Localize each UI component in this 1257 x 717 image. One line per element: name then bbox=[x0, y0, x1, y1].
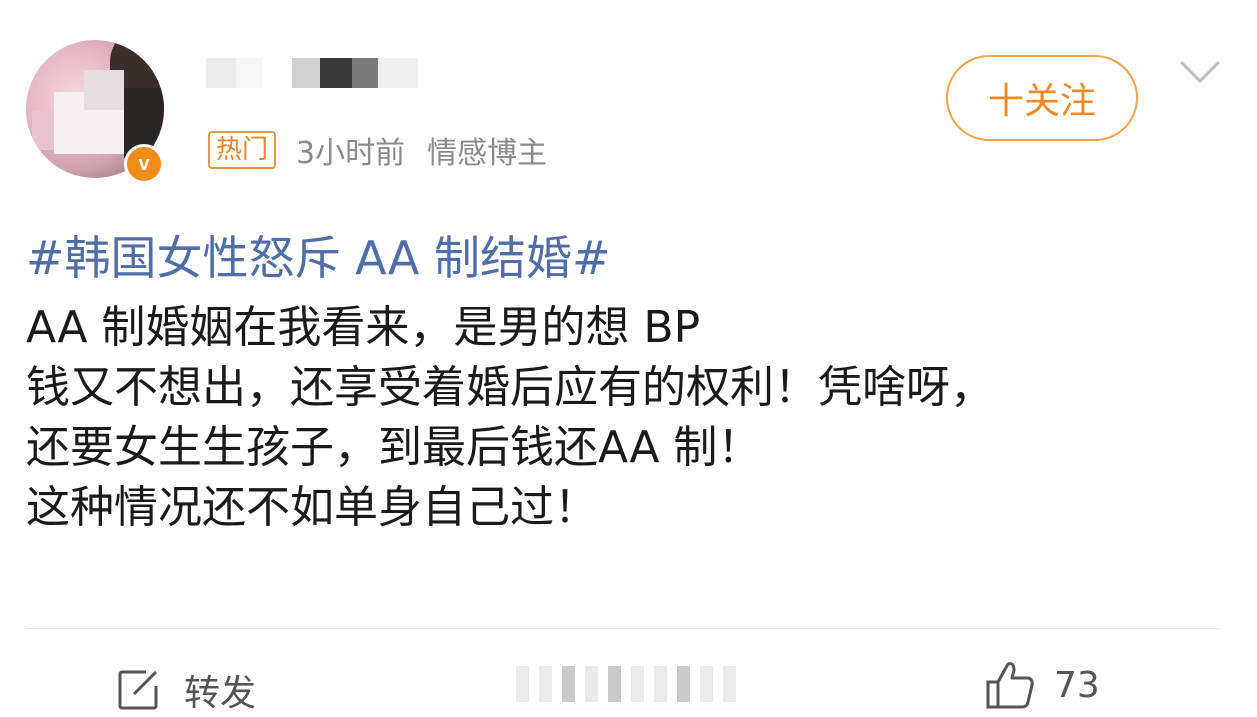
repost-button[interactable]: 转发 bbox=[116, 664, 256, 716]
username-redacted[interactable] bbox=[206, 58, 418, 88]
like-button[interactable]: 73 bbox=[984, 660, 1100, 710]
verified-badge-icon: v bbox=[124, 144, 164, 184]
post-body-line: 这种情况还不如单身自己过！ bbox=[26, 482, 598, 533]
follow-button[interactable]: 十关注 bbox=[946, 55, 1138, 141]
share-edit-icon bbox=[118, 670, 158, 710]
post-meta: 热门 3小时前 情感博主 bbox=[208, 128, 547, 172]
like-count: 73 bbox=[1054, 664, 1100, 706]
author-role: 情感博主 bbox=[427, 136, 548, 171]
post-body: AA 制婚姻在我看来，是男的想 BP 钱又不想出，还享受着婚后应有的权利！凭啥呀… bbox=[26, 298, 994, 538]
chevron-down-icon[interactable] bbox=[1178, 58, 1222, 86]
avatar-blur-region bbox=[84, 70, 124, 110]
post-body-line: 钱又不想出，还享受着婚后应有的权利！凭啥呀， bbox=[26, 362, 994, 413]
divider bbox=[26, 628, 1220, 629]
thumbs-up-icon bbox=[986, 662, 1034, 709]
post-body-line: 还要女生生孩子，到最后钱还AA 制！ bbox=[26, 422, 762, 473]
post-body-line: AA 制婚姻在我看来，是男的想 BP bbox=[26, 302, 701, 353]
comment-redacted[interactable] bbox=[516, 664, 736, 704]
post-time: 3小时前 bbox=[296, 136, 406, 171]
hot-badge: 热门 bbox=[208, 131, 277, 169]
repost-label: 转发 bbox=[184, 673, 257, 714]
hashtag-link[interactable]: #韩国女性怒斥 AA 制结婚# bbox=[26, 222, 611, 288]
